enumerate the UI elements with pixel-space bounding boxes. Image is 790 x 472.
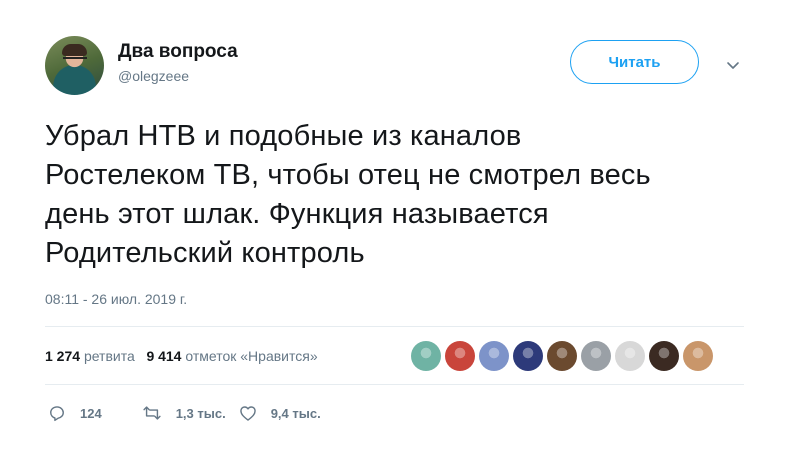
reply-icon: [50, 406, 64, 422]
retweet-count: 1,3 тыс.: [175, 405, 226, 421]
reply-action[interactable]: 124: [47, 403, 102, 423]
likes-label: отметок «Нравится»: [185, 348, 318, 364]
chevron-down-icon[interactable]: [725, 57, 741, 73]
tweet-timestamp[interactable]: 08:11 - 26 июл. 2019 г.: [45, 291, 187, 307]
retweets-count: 1 274: [45, 348, 81, 364]
dinosaur-avatar[interactable]: [411, 341, 441, 371]
photo-avatar[interactable]: [615, 341, 645, 371]
retweet-icon: [143, 406, 161, 420]
like-action[interactable]: 9,4 тыс.: [238, 403, 321, 423]
retweets-stat[interactable]: 1 274 ретвита: [45, 348, 135, 364]
tweet-text-line: день этот шлак. Функция называется: [45, 198, 549, 230]
photo-avatar[interactable]: [479, 341, 509, 371]
user-name[interactable]: Два вопроса: [118, 41, 238, 63]
photo-avatar[interactable]: [649, 341, 679, 371]
photo-avatar[interactable]: [581, 341, 611, 371]
likes-count: 9 414: [146, 348, 182, 364]
divider: [45, 326, 744, 327]
tweet-text-line: Родительский контроль: [45, 237, 365, 269]
tweet-actions: 124 1,3 тыс. 9,4 тыс.: [47, 403, 321, 423]
likers-avatar-list: [411, 341, 717, 371]
tweet-text-line: Убрал НТВ и подобные из каналов: [45, 120, 522, 152]
tweet-text-line: Ростелеком ТВ, чтобы отец не смотрел вес…: [45, 159, 651, 191]
retweets-label: ретвита: [83, 348, 135, 364]
photo-avatar[interactable]: [547, 341, 577, 371]
user-avatar[interactable]: [45, 36, 104, 95]
follow-button[interactable]: Читать: [570, 40, 699, 84]
divider: [45, 384, 744, 385]
photo-avatar[interactable]: [513, 341, 543, 371]
photo-avatar[interactable]: [683, 341, 713, 371]
flags-avatar[interactable]: [445, 341, 475, 371]
like-count: 9,4 тыс.: [270, 405, 321, 421]
likes-stat[interactable]: 9 414 отметок «Нравится»: [146, 348, 317, 364]
tweet-text: Убрал НТВ и подобные из каналов Ростелек…: [45, 117, 755, 273]
tweet-stats: 1 274 ретвита 9 414 отметок «Нравится»: [45, 348, 318, 364]
user-handle[interactable]: @olegzeee: [118, 68, 189, 84]
reply-count: 124: [80, 405, 102, 421]
retweet-action[interactable]: 1,3 тыс.: [142, 403, 226, 423]
heart-icon: [239, 406, 256, 421]
